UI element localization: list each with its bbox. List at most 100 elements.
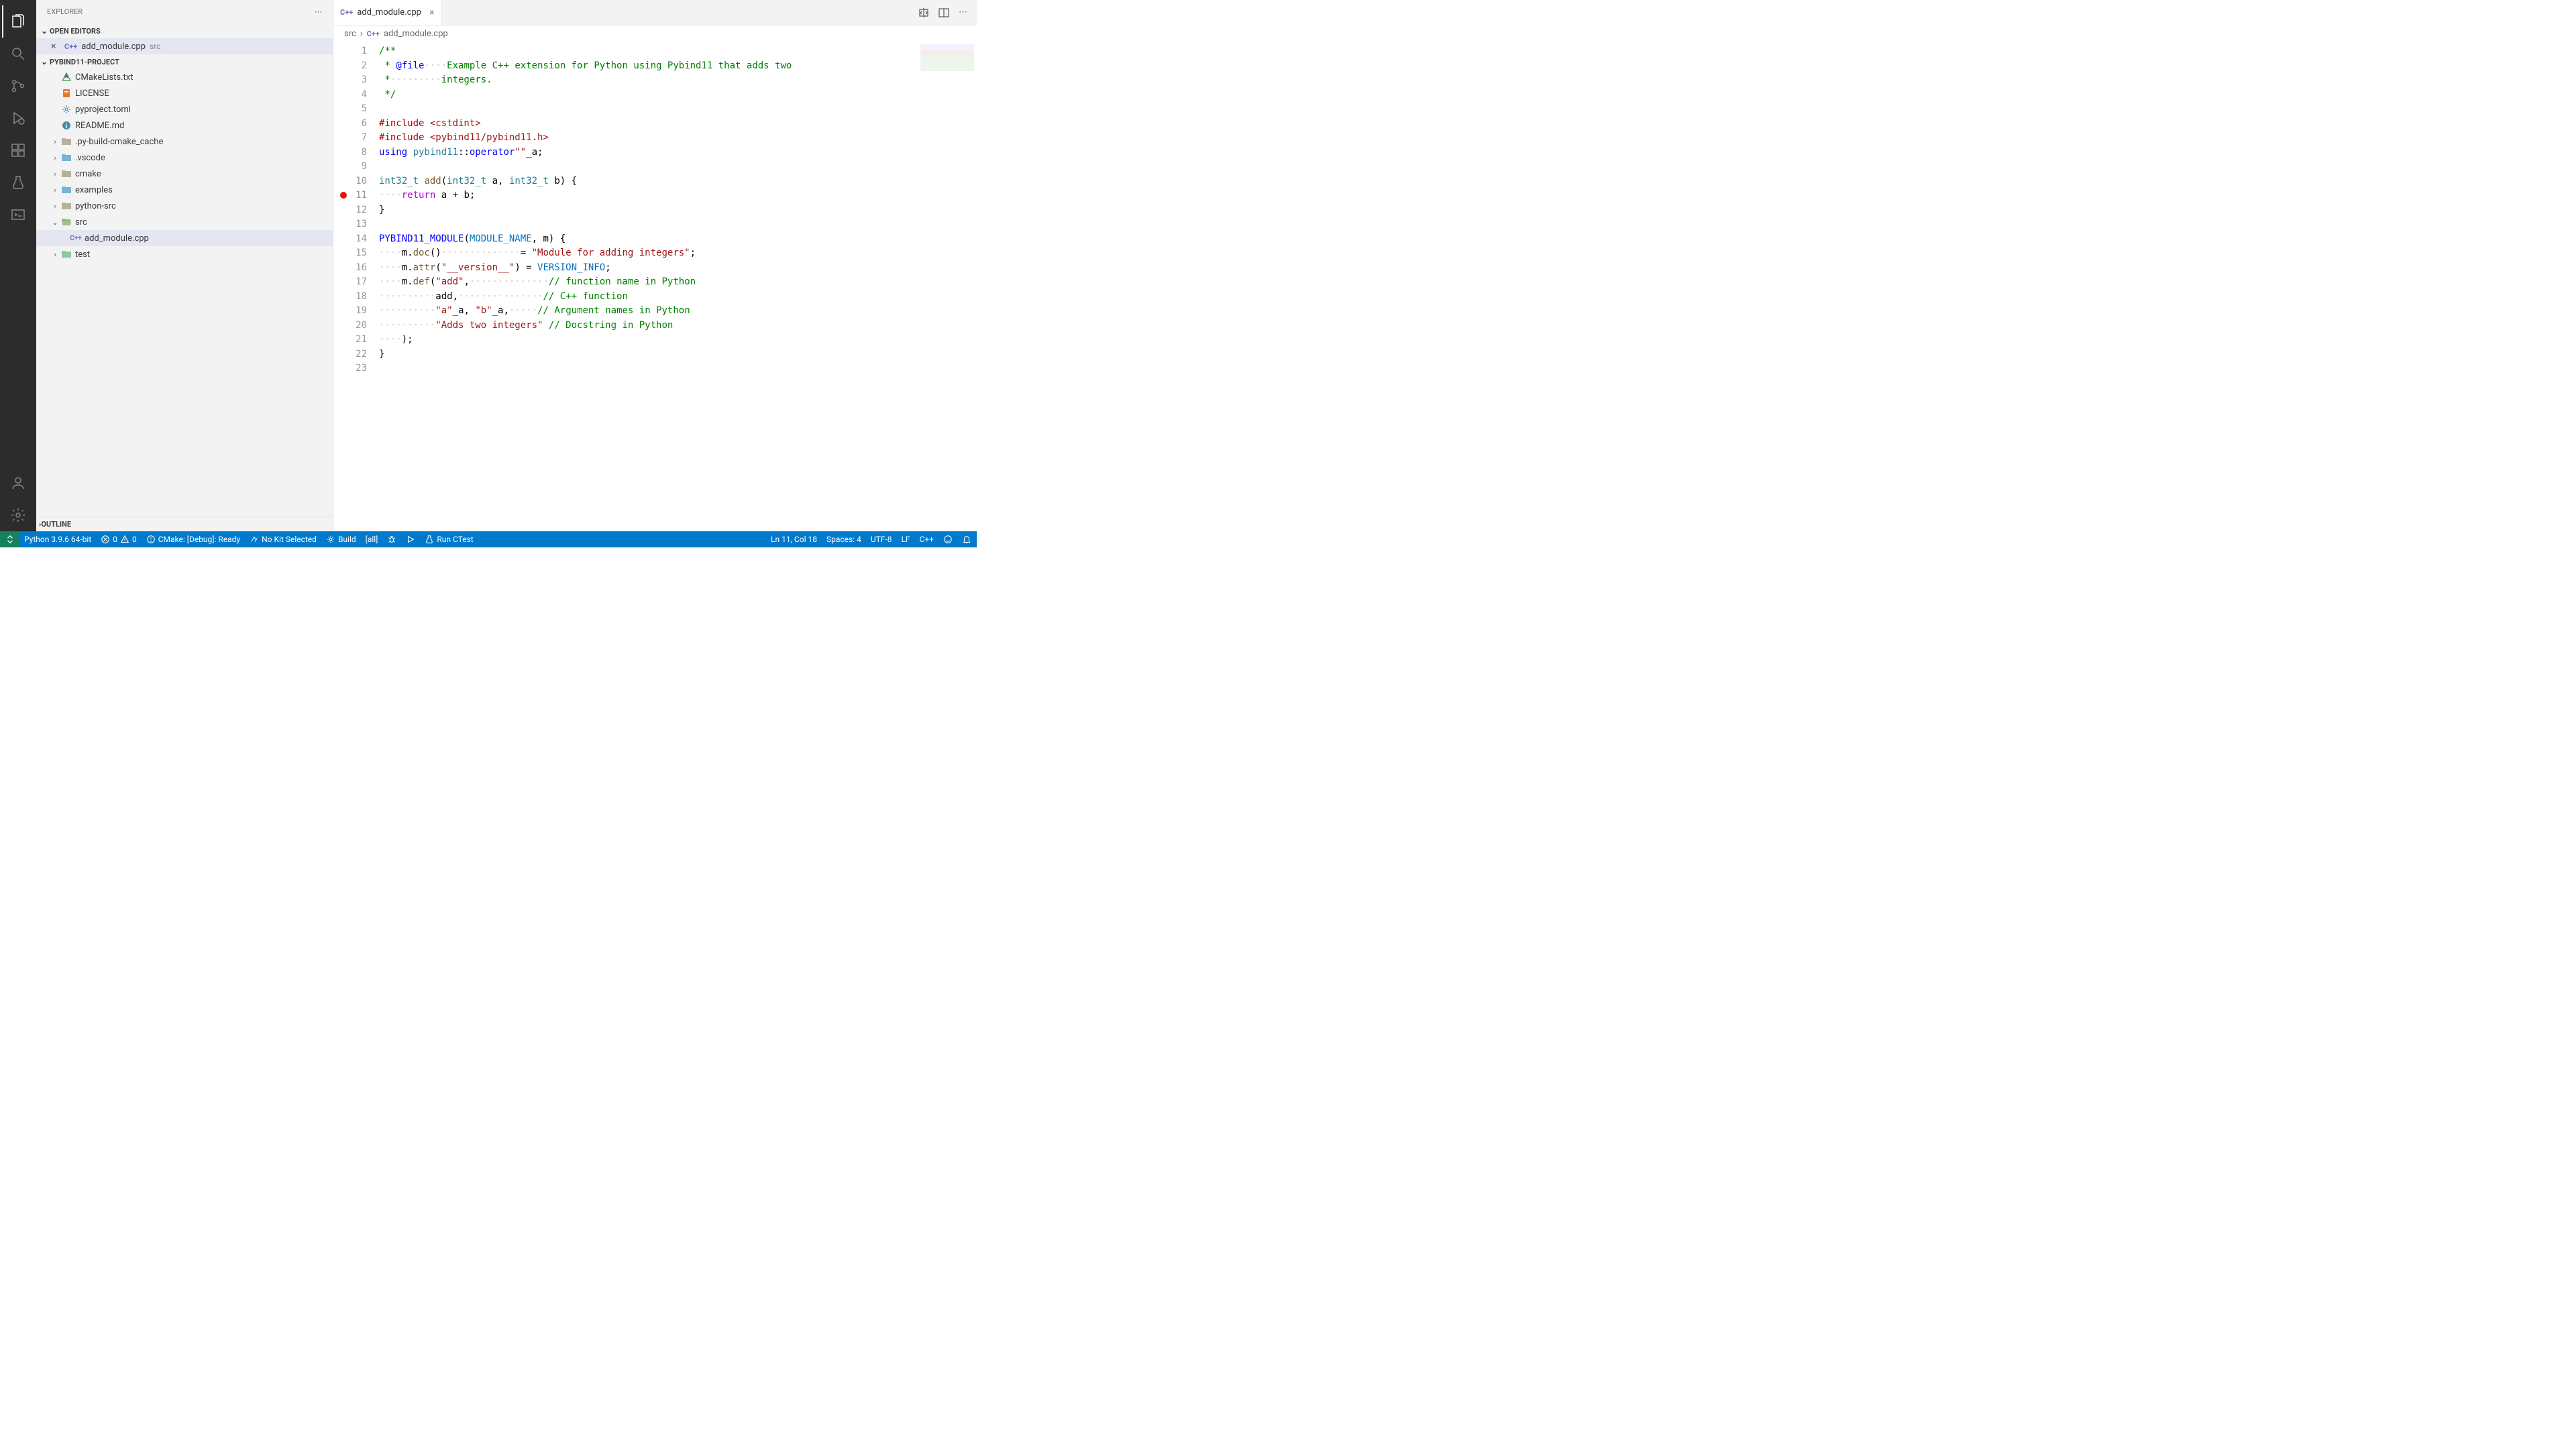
code-line[interactable]: ····return a + b; xyxy=(379,189,977,203)
status-eol[interactable]: LF xyxy=(901,535,910,544)
code-line[interactable]: #include <cstdint> xyxy=(379,117,977,131)
tree-file[interactable]: LICENSE xyxy=(36,85,333,101)
code-line[interactable]: ····m.attr("__version__") = VERSION_INFO… xyxy=(379,261,977,276)
line-number[interactable]: 17 xyxy=(333,275,367,290)
status-debug-icon[interactable] xyxy=(387,535,396,544)
status-spaces[interactable]: Spaces: 4 xyxy=(826,535,861,544)
line-number[interactable]: 23 xyxy=(333,362,367,376)
line-number[interactable]: 7 xyxy=(333,131,367,146)
close-icon[interactable]: × xyxy=(51,41,62,52)
status-kit[interactable]: No Kit Selected xyxy=(250,535,317,544)
activity-search[interactable] xyxy=(2,38,34,70)
line-number[interactable]: 14 xyxy=(333,232,367,247)
code-line[interactable]: * @file····Example C++ extension for Pyt… xyxy=(379,59,977,74)
line-number[interactable]: 11 xyxy=(333,189,367,203)
line-number[interactable]: 8 xyxy=(333,146,367,160)
activity-testing[interactable] xyxy=(2,166,34,199)
code-line[interactable]: using pybind11::operator""_a; xyxy=(379,146,977,160)
status-python[interactable]: Python 3.9.6 64-bit xyxy=(24,535,91,544)
code-line[interactable]: */ xyxy=(379,88,977,103)
tree-folder[interactable]: ›cmake xyxy=(36,166,333,182)
split-editor-icon[interactable] xyxy=(938,7,949,18)
line-number[interactable]: 20 xyxy=(333,319,367,333)
line-number[interactable]: 15 xyxy=(333,246,367,261)
tree-folder[interactable]: ›.vscode xyxy=(36,150,333,166)
code-line[interactable]: ··········"a"_a, "b"_a,·····// Argument … xyxy=(379,304,977,319)
code-line[interactable]: int32_t add(int32_t a, int32_t b) { xyxy=(379,174,977,189)
more-icon[interactable]: ⋯ xyxy=(959,7,967,17)
line-number[interactable]: 16 xyxy=(333,261,367,276)
status-ctest[interactable]: Run CTest xyxy=(425,535,473,544)
code-line[interactable] xyxy=(379,217,977,232)
code-line[interactable]: } xyxy=(379,347,977,362)
line-number[interactable]: 18 xyxy=(333,290,367,305)
status-cmake[interactable]: CMake: [Debug]: Ready xyxy=(146,535,240,544)
line-number[interactable]: 5 xyxy=(333,102,367,117)
line-number[interactable]: 12 xyxy=(333,203,367,218)
status-build[interactable]: Build xyxy=(326,535,356,544)
status-target[interactable]: [all] xyxy=(366,535,378,544)
status-problems[interactable]: 0 0 xyxy=(101,535,137,544)
project-header[interactable]: ⌄ PYBIND11-PROJECT xyxy=(36,54,333,69)
tree-folder[interactable]: ›examples xyxy=(36,182,333,198)
line-number[interactable]: 3 xyxy=(333,73,367,88)
tree-folder[interactable]: ›python-src xyxy=(36,198,333,214)
code-line[interactable]: ····m.def("add",··············// functio… xyxy=(379,275,977,290)
code-line[interactable]: ····m.doc()··············= "Module for a… xyxy=(379,246,977,261)
line-number[interactable]: 10 xyxy=(333,174,367,189)
code-line[interactable]: *·········integers. xyxy=(379,73,977,88)
line-number[interactable]: 9 xyxy=(333,160,367,174)
minimap[interactable] xyxy=(920,44,974,71)
line-number[interactable]: 4 xyxy=(333,88,367,103)
code-line[interactable] xyxy=(379,160,977,174)
tree-file[interactable]: iREADME.md xyxy=(36,117,333,133)
close-icon[interactable]: × xyxy=(429,7,434,18)
activity-scm[interactable] xyxy=(2,70,34,102)
status-lang[interactable]: C++ xyxy=(920,535,934,544)
line-number[interactable]: 19 xyxy=(333,304,367,319)
tree-folder[interactable]: ›test xyxy=(36,246,333,262)
code-content[interactable]: /** * @file····Example C++ extension for… xyxy=(379,42,977,531)
breadcrumb-part[interactable]: src xyxy=(344,29,356,39)
tree-file[interactable]: C++add_module.cpp xyxy=(36,230,333,246)
compare-changes-icon[interactable] xyxy=(918,7,929,18)
line-number[interactable]: 22 xyxy=(333,347,367,362)
code-line[interactable]: ··········add,···············// C++ func… xyxy=(379,290,977,305)
remote-indicator[interactable] xyxy=(0,531,20,547)
code-line[interactable]: ··········"Adds two integers" // Docstri… xyxy=(379,319,977,333)
activity-run-debug[interactable] xyxy=(2,102,34,134)
outline-header[interactable]: › OUTLINE xyxy=(36,517,333,531)
line-number[interactable]: 13 xyxy=(333,217,367,232)
tree-file[interactable]: CMakeLists.txt xyxy=(36,69,333,85)
tree-folder[interactable]: ›.py-build-cmake_cache xyxy=(36,133,333,150)
code-line[interactable]: PYBIND11_MODULE(MODULE_NAME, m) { xyxy=(379,232,977,247)
line-number[interactable]: 6 xyxy=(333,117,367,131)
status-position[interactable]: Ln 11, Col 18 xyxy=(771,535,817,544)
activity-account[interactable] xyxy=(2,467,34,499)
status-bell-icon[interactable] xyxy=(962,535,971,544)
breadcrumb[interactable]: src › C++ add_module.cpp xyxy=(333,25,977,42)
status-run-icon[interactable] xyxy=(406,535,415,544)
line-number[interactable]: 21 xyxy=(333,333,367,347)
line-number[interactable]: 1 xyxy=(333,44,367,59)
line-number[interactable]: 2 xyxy=(333,59,367,74)
activity-output[interactable] xyxy=(2,199,34,231)
breakpoint-icon[interactable] xyxy=(340,192,347,199)
tab-add-module[interactable]: C++ add_module.cpp × xyxy=(333,0,441,25)
code-line[interactable] xyxy=(379,362,977,376)
explorer-more-icon[interactable]: ⋯ xyxy=(315,7,322,16)
status-feedback-icon[interactable] xyxy=(943,535,953,544)
code-line[interactable]: #include <pybind11/pybind11.h> xyxy=(379,131,977,146)
activity-settings[interactable] xyxy=(2,499,34,531)
breadcrumb-part[interactable]: add_module.cpp xyxy=(384,29,448,39)
status-encoding[interactable]: UTF-8 xyxy=(871,535,892,544)
activity-extensions[interactable] xyxy=(2,134,34,166)
code-line[interactable]: } xyxy=(379,203,977,218)
code-line[interactable]: ····); xyxy=(379,333,977,347)
open-editor-item[interactable]: × C++ add_module.cpp src xyxy=(36,38,333,54)
code-editor[interactable]: 1234567891011121314151617181920212223 /*… xyxy=(333,42,977,531)
code-line[interactable] xyxy=(379,102,977,117)
code-line[interactable]: /** xyxy=(379,44,977,59)
tree-file[interactable]: pyproject.toml xyxy=(36,101,333,117)
activity-explorer[interactable] xyxy=(2,5,34,38)
